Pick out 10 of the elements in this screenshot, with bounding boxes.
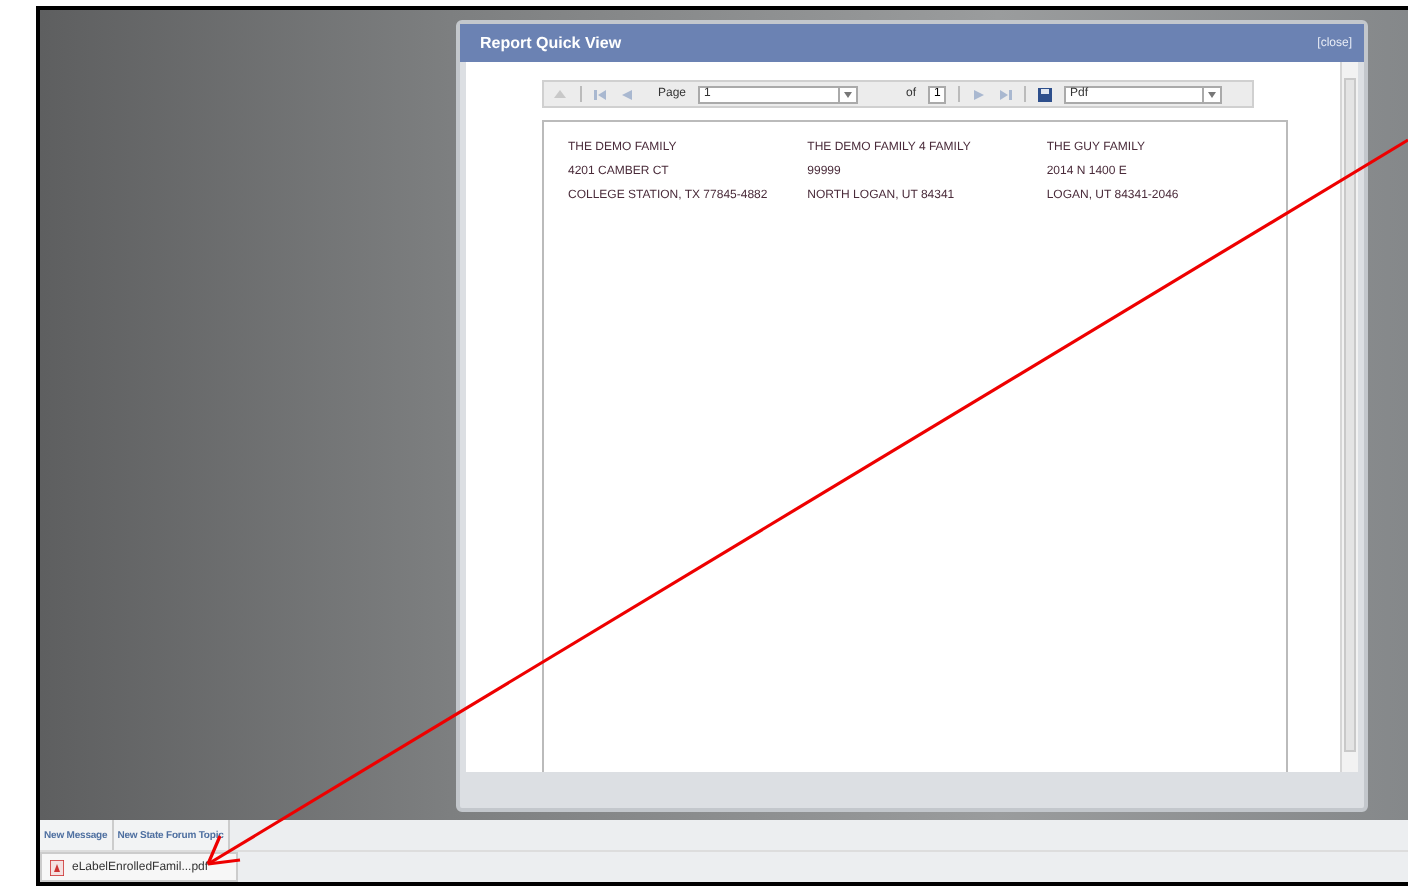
pdf-file-icon [50, 859, 64, 875]
caret-icon [1208, 91, 1217, 97]
save-icon[interactable] [1038, 87, 1053, 101]
last-page-icon[interactable] [998, 87, 1013, 101]
caret-icon [844, 91, 853, 97]
dialog-title: Report Quick View [480, 34, 622, 52]
scrollbar[interactable] [1340, 62, 1358, 772]
next-page-icon[interactable] [972, 87, 987, 101]
previous-page-icon[interactable] [620, 87, 634, 101]
first-page-icon[interactable] [594, 87, 608, 101]
